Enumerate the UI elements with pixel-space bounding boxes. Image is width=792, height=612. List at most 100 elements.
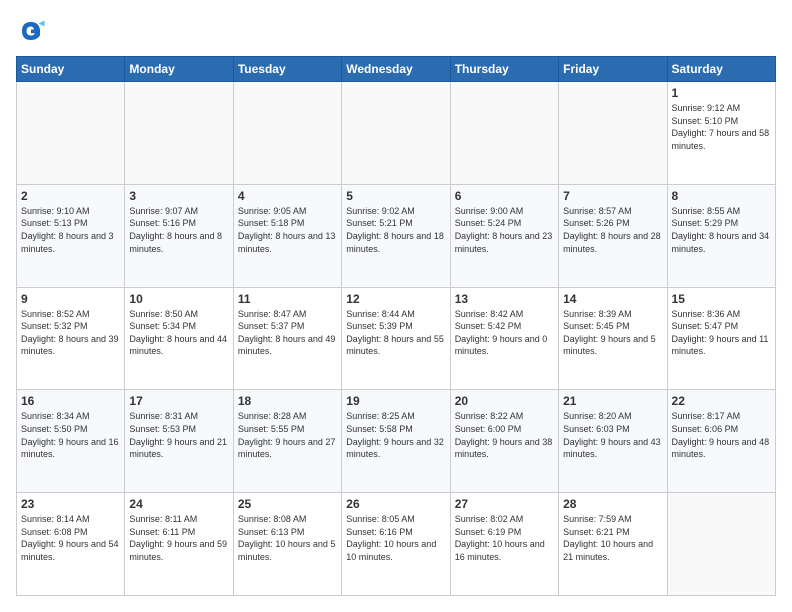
day-info: Sunrise: 8:17 AM Sunset: 6:06 PM Dayligh… <box>672 410 771 460</box>
calendar-cell <box>125 82 233 185</box>
calendar-cell: 7 Sunrise: 8:57 AM Sunset: 5:26 PM Daylig… <box>559 184 667 287</box>
calendar-week-row: 23 Sunrise: 8:14 AM Sunset: 6:08 PM Dayli… <box>17 493 776 596</box>
weekday-header: Friday <box>559 57 667 82</box>
day-info: Sunrise: 9:05 AM Sunset: 5:18 PM Dayligh… <box>238 205 337 255</box>
calendar-cell: 16Sunrise: 8:34 AM Sunset: 5:50 PM Dayli… <box>17 390 125 493</box>
calendar-week-row: 9 Sunrise: 8:52 AM Sunset: 5:32 PM Daylig… <box>17 287 776 390</box>
calendar-cell <box>233 82 341 185</box>
day-info: Sunrise: 8:50 AM Sunset: 5:34 PM Dayligh… <box>129 308 228 358</box>
day-number: 17 <box>129 394 228 408</box>
calendar-cell: 25Sunrise: 8:08 AM Sunset: 6:13 PM Dayli… <box>233 493 341 596</box>
weekday-header: Saturday <box>667 57 775 82</box>
day-info: Sunrise: 8:20 AM Sunset: 6:03 PM Dayligh… <box>563 410 662 460</box>
day-number: 15 <box>672 292 771 306</box>
day-info: Sunrise: 8:28 AM Sunset: 5:55 PM Dayligh… <box>238 410 337 460</box>
calendar-cell <box>559 82 667 185</box>
day-number: 1 <box>672 86 771 100</box>
day-number: 19 <box>346 394 445 408</box>
weekday-header: Sunday <box>17 57 125 82</box>
day-number: 21 <box>563 394 662 408</box>
calendar-cell: 5 Sunrise: 9:02 AM Sunset: 5:21 PM Daylig… <box>342 184 450 287</box>
day-number: 11 <box>238 292 337 306</box>
day-info: Sunrise: 8:36 AM Sunset: 5:47 PM Dayligh… <box>672 308 771 358</box>
day-info: Sunrise: 8:57 AM Sunset: 5:26 PM Dayligh… <box>563 205 662 255</box>
calendar-cell <box>342 82 450 185</box>
day-info: Sunrise: 9:00 AM Sunset: 5:24 PM Dayligh… <box>455 205 554 255</box>
calendar-cell: 20 Sunrise: 8:22 AM Sunset: 6:00 PM Dayli… <box>450 390 558 493</box>
day-number: 27 <box>455 497 554 511</box>
calendar-cell: 6 Sunrise: 9:00 AM Sunset: 5:24 PM Daylig… <box>450 184 558 287</box>
logo-icon <box>16 16 46 46</box>
day-info: Sunrise: 8:39 AM Sunset: 5:45 PM Dayligh… <box>563 308 662 358</box>
day-info: Sunrise: 9:10 AM Sunset: 5:13 PM Dayligh… <box>21 205 120 255</box>
day-number: 6 <box>455 189 554 203</box>
calendar-week-row: 2 Sunrise: 9:10 AM Sunset: 5:13 PM Daylig… <box>17 184 776 287</box>
day-info: Sunrise: 8:25 AM Sunset: 5:58 PM Dayligh… <box>346 410 445 460</box>
weekday-header: Monday <box>125 57 233 82</box>
day-info: Sunrise: 8:02 AM Sunset: 6:19 PM Dayligh… <box>455 513 554 563</box>
weekday-header: Wednesday <box>342 57 450 82</box>
calendar-cell: 1 Sunrise: 9:12 AM Sunset: 5:10 PM Daylig… <box>667 82 775 185</box>
calendar-cell: 22 Sunrise: 8:17 AM Sunset: 6:06 PM Dayli… <box>667 390 775 493</box>
calendar-cell: 10 Sunrise: 8:50 AM Sunset: 5:34 PM Dayli… <box>125 287 233 390</box>
day-info: Sunrise: 8:52 AM Sunset: 5:32 PM Dayligh… <box>21 308 120 358</box>
calendar-cell: 26Sunrise: 8:05 AM Sunset: 6:16 PM Dayli… <box>342 493 450 596</box>
day-number: 4 <box>238 189 337 203</box>
day-info: Sunrise: 8:47 AM Sunset: 5:37 PM Dayligh… <box>238 308 337 358</box>
day-number: 9 <box>21 292 120 306</box>
calendar-cell: 12 Sunrise: 8:44 AM Sunset: 5:39 PM Dayli… <box>342 287 450 390</box>
day-number: 28 <box>563 497 662 511</box>
day-number: 23 <box>21 497 120 511</box>
calendar-table: SundayMondayTuesdayWednesdayThursdayFrid… <box>16 56 776 596</box>
day-info: Sunrise: 8:31 AM Sunset: 5:53 PM Dayligh… <box>129 410 228 460</box>
day-info: Sunrise: 8:22 AM Sunset: 6:00 PM Dayligh… <box>455 410 554 460</box>
weekday-header: Tuesday <box>233 57 341 82</box>
header <box>16 16 776 46</box>
day-number: 16 <box>21 394 120 408</box>
day-number: 12 <box>346 292 445 306</box>
day-number: 24 <box>129 497 228 511</box>
calendar-cell: 18 Sunrise: 8:28 AM Sunset: 5:55 PM Dayli… <box>233 390 341 493</box>
calendar-cell: 19 Sunrise: 8:25 AM Sunset: 5:58 PM Dayli… <box>342 390 450 493</box>
day-number: 3 <box>129 189 228 203</box>
day-number: 13 <box>455 292 554 306</box>
day-number: 26 <box>346 497 445 511</box>
day-info: Sunrise: 8:42 AM Sunset: 5:42 PM Dayligh… <box>455 308 554 358</box>
day-info: Sunrise: 8:14 AM Sunset: 6:08 PM Dayligh… <box>21 513 120 563</box>
calendar-cell: 2 Sunrise: 9:10 AM Sunset: 5:13 PM Daylig… <box>17 184 125 287</box>
calendar-cell: 23 Sunrise: 8:14 AM Sunset: 6:08 PM Dayli… <box>17 493 125 596</box>
calendar-cell <box>450 82 558 185</box>
calendar-cell: 21 Sunrise: 8:20 AM Sunset: 6:03 PM Dayli… <box>559 390 667 493</box>
calendar-week-row: 16Sunrise: 8:34 AM Sunset: 5:50 PM Dayli… <box>17 390 776 493</box>
calendar-cell: 4 Sunrise: 9:05 AM Sunset: 5:18 PM Daylig… <box>233 184 341 287</box>
day-info: Sunrise: 8:08 AM Sunset: 6:13 PM Dayligh… <box>238 513 337 563</box>
calendar-cell: 8Sunrise: 8:55 AM Sunset: 5:29 PM Daylig… <box>667 184 775 287</box>
day-info: Sunrise: 9:02 AM Sunset: 5:21 PM Dayligh… <box>346 205 445 255</box>
calendar-cell: 14Sunrise: 8:39 AM Sunset: 5:45 PM Dayli… <box>559 287 667 390</box>
day-number: 7 <box>563 189 662 203</box>
day-number: 20 <box>455 394 554 408</box>
day-info: Sunrise: 9:12 AM Sunset: 5:10 PM Dayligh… <box>672 102 771 152</box>
day-info: Sunrise: 8:11 AM Sunset: 6:11 PM Dayligh… <box>129 513 228 563</box>
day-number: 2 <box>21 189 120 203</box>
weekday-header: Thursday <box>450 57 558 82</box>
calendar-cell: 17 Sunrise: 8:31 AM Sunset: 5:53 PM Dayli… <box>125 390 233 493</box>
calendar-cell: 11 Sunrise: 8:47 AM Sunset: 5:37 PM Dayli… <box>233 287 341 390</box>
day-number: 10 <box>129 292 228 306</box>
day-number: 22 <box>672 394 771 408</box>
day-number: 8 <box>672 189 771 203</box>
logo <box>16 16 50 46</box>
calendar-week-row: 1 Sunrise: 9:12 AM Sunset: 5:10 PM Daylig… <box>17 82 776 185</box>
calendar-cell: 27 Sunrise: 8:02 AM Sunset: 6:19 PM Dayli… <box>450 493 558 596</box>
calendar-cell: 9 Sunrise: 8:52 AM Sunset: 5:32 PM Daylig… <box>17 287 125 390</box>
calendar-cell <box>17 82 125 185</box>
calendar-cell: 24 Sunrise: 8:11 AM Sunset: 6:11 PM Dayli… <box>125 493 233 596</box>
day-info: Sunrise: 8:44 AM Sunset: 5:39 PM Dayligh… <box>346 308 445 358</box>
day-info: Sunrise: 7:59 AM Sunset: 6:21 PM Dayligh… <box>563 513 662 563</box>
calendar-cell: 15 Sunrise: 8:36 AM Sunset: 5:47 PM Dayli… <box>667 287 775 390</box>
calendar-cell <box>667 493 775 596</box>
day-number: 18 <box>238 394 337 408</box>
calendar-cell: 3Sunrise: 9:07 AM Sunset: 5:16 PM Daylig… <box>125 184 233 287</box>
day-number: 5 <box>346 189 445 203</box>
calendar-header-row: SundayMondayTuesdayWednesdayThursdayFrid… <box>17 57 776 82</box>
